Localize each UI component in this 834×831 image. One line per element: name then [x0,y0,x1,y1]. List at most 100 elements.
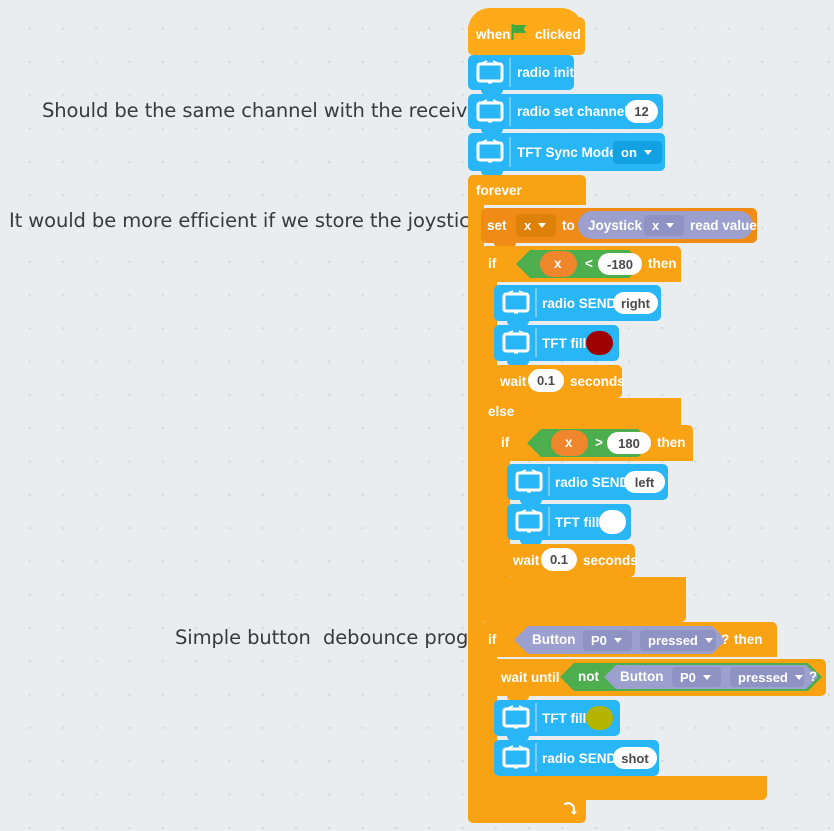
tft-fill-red-label: TFT fill [542,336,587,351]
if-else-1-footer[interactable] [481,597,686,622]
icon-divider [535,703,537,732]
when-label: when [476,27,511,42]
wait-1-label: wait [500,374,527,389]
radio-send-right-value[interactable]: right [613,292,658,314]
tft-fill-olive-label: TFT fill [542,711,587,726]
button-label: Button [620,669,664,684]
radio-send-shot-value[interactable]: shot [613,747,657,769]
icon-divider [548,507,550,536]
chevron-down-icon [704,638,713,643]
joystick-label: Joystick [588,218,643,233]
icon-divider [509,97,511,126]
icon-divider [535,743,537,772]
radio-send-shot-label: radio SEND [542,751,617,766]
icon-divider [535,328,537,357]
radio-send-right-label: radio SEND [542,296,617,311]
button-pin-dropdown[interactable]: P0 [672,667,721,687]
if-1-keyword: if [488,256,497,271]
tft-sync-mode-dropdown[interactable]: on [613,141,662,164]
icon-divider [535,288,537,317]
chevron-down-icon [794,674,803,680]
radio-send-left-value[interactable]: left [624,471,665,493]
button-label: Button [532,632,576,647]
set-variable-dropdown[interactable]: x [516,214,556,237]
wait-1-value[interactable]: 0.1 [528,369,564,392]
icon-divider [509,137,511,167]
icon-divider [548,467,550,496]
if-3-footer[interactable] [481,776,767,800]
radio-tv-icon [515,469,543,493]
tft-fill-white-label: TFT fill [555,515,600,530]
tft-sync-mode-value: on [621,145,637,160]
if-2-keyword: if [501,435,510,450]
wait-2-value[interactable]: 0.1 [541,548,577,571]
variable-x-label: x [565,435,573,450]
tft-sync-mode-label: TFT Sync Mode [517,145,617,160]
tft-fill-red-color-swatch[interactable] [586,331,613,355]
blocks-canvas: Should be the same channel with the rece… [0,0,834,831]
wait-2-unit: seconds [583,553,638,568]
if-3-then-label: then [734,632,763,647]
radio-init-label: radio init [517,65,574,80]
joystick-axis-dropdown[interactable]: x [644,215,684,236]
if-1-then-label: then [648,256,677,271]
button-pin-dropdown[interactable]: P0 [583,630,632,651]
button-state-dropdown[interactable]: pressed [730,667,804,687]
read-value-label: read value [690,218,757,233]
loop-arrow-icon [563,802,577,815]
radio-tv-icon [502,705,530,729]
button-pin-value: P0 [680,669,696,685]
comparison-right-input[interactable]: 180 [607,432,651,454]
comparison-right-input[interactable]: -180 [598,253,642,275]
radio-send-left-label: radio SEND [555,475,630,490]
else-1-label: else [488,404,515,419]
tft-fill-white-color-swatch[interactable] [599,510,626,534]
operator-symbol: < [585,256,593,271]
radio-tv-icon [476,60,504,84]
radio-tv-icon [502,290,530,314]
if-2-then-label: then [657,435,686,450]
radio-tv-icon [476,139,504,163]
to-label: to [562,218,575,233]
joystick-axis-value: x [652,218,660,233]
if-3-keyword: if [488,632,497,647]
if-1-condition[interactable]: x < -180 [516,250,643,278]
annotation-channel: Should be the same channel with the rece… [42,99,540,122]
annotation-debounce: Simple button debounce program [175,626,507,649]
operator-symbol: > [595,435,603,450]
set-variable-name: x [524,218,532,233]
channel-value-input[interactable]: 12 [625,100,658,123]
set-label: set [487,218,507,233]
chevron-down-icon [538,223,547,228]
wait-until-condition-button-pressed[interactable]: Button P0 pressed ? [604,665,818,689]
wait-2-label: wait [513,553,540,568]
chevron-down-icon [666,223,675,228]
if-3-condition-button-pressed[interactable]: Button P0 pressed ? [514,626,730,654]
radio-set-channel-label: radio set channel [517,104,629,119]
annotation-joystick: It would be more efficient if we store t… [9,209,540,232]
clicked-label: clicked [535,27,581,42]
icon-divider [509,58,511,87]
button-state-dropdown[interactable]: pressed [640,630,716,651]
button-query-mark: ? [809,669,818,684]
if-3-footer-notch [494,800,516,805]
chevron-down-icon [613,638,622,643]
if-2-condition[interactable]: x > 180 [527,429,652,457]
wait-1-unit: seconds [570,374,625,389]
radio-tv-icon [502,745,530,769]
radio-tv-icon [476,99,504,123]
button-pin-value: P0 [591,633,607,648]
radio-tv-icon [515,509,543,533]
chevron-down-icon [643,150,652,155]
green-flag-icon [511,24,527,40]
tft-fill-olive-color-swatch[interactable] [586,706,613,730]
radio-tv-icon [502,330,530,354]
forever-label: forever [476,183,522,198]
wait-until-label: wait until [501,670,560,685]
not-label: not [578,669,599,684]
chevron-down-icon [702,674,711,680]
button-state-value: pressed [648,633,698,648]
button-query-mark: ? [721,632,730,647]
variable-x-label: x [554,256,562,271]
button-state-value: pressed [738,669,788,685]
